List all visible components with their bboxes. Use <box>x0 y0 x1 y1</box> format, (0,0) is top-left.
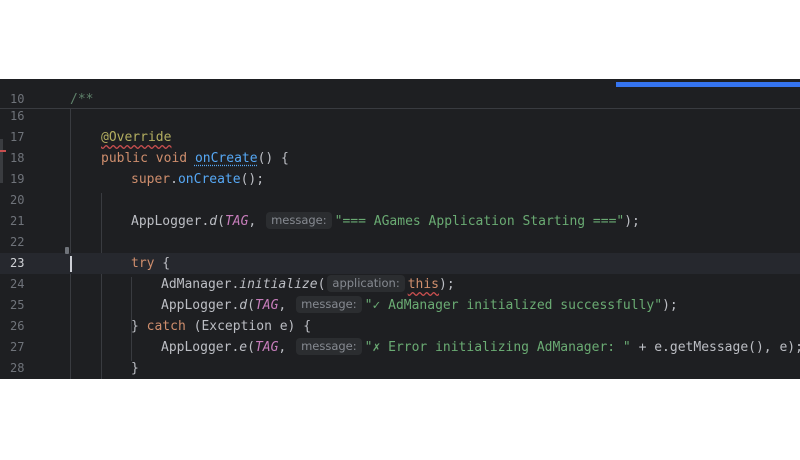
punctuation: () { <box>257 151 289 166</box>
code-line[interactable]: 20 <box>0 190 800 211</box>
punctuation: (); <box>240 172 265 187</box>
punctuation: , <box>278 298 287 313</box>
code-line[interactable]: 25 AppLogger.d(TAG, message: "✓ AdManager… <box>0 295 800 316</box>
code-line-current[interactable]: 23 try { <box>0 253 800 274</box>
keyword: catch <box>146 319 186 334</box>
punctuation: } <box>131 361 139 376</box>
line-number: 21 <box>10 214 25 228</box>
parameter-hint: message: <box>296 338 362 355</box>
code-line[interactable]: 19 super.onCreate(); <box>0 169 800 190</box>
code-text: AppLogger.d(TAG, message: "=== AGames App… <box>131 211 640 232</box>
class-ref: AppLogger. <box>131 214 210 229</box>
line-number: 18 <box>10 151 25 165</box>
keyword: public <box>101 151 148 166</box>
keyword: try <box>131 256 155 271</box>
editor-top-bar <box>0 79 800 89</box>
line-number: 17 <box>10 130 25 144</box>
line-number: 16 <box>10 109 25 123</box>
punctuation: ); <box>662 298 678 313</box>
code-line[interactable]: 22 <box>0 232 800 253</box>
doc-comment: /** <box>70 92 94 107</box>
code-line[interactable]: 24 AdManager.initialize(application: this… <box>0 274 800 295</box>
keyword: void <box>155 151 188 166</box>
keyword: super <box>131 172 171 187</box>
punctuation: ); <box>624 214 640 229</box>
code-text: public void onCreate() { <box>101 148 289 169</box>
code-line[interactable]: 28 } <box>0 358 800 379</box>
line-number: 23 <box>10 256 25 270</box>
progress-track <box>0 82 800 87</box>
string-literal: "✓ AdManager initialized successfully" <box>364 298 663 313</box>
code-line[interactable]: 21 AppLogger.d(TAG, message: "=== AGames … <box>0 211 800 232</box>
code-line[interactable]: 27 AppLogger.e(TAG, message: "✗ Error ini… <box>0 337 800 358</box>
parameter-hint: message: <box>266 212 332 229</box>
line-number: 28 <box>10 361 25 375</box>
punctuation: ( <box>217 214 225 229</box>
code-text: super.onCreate(); <box>131 169 264 190</box>
line-number: 27 <box>10 340 25 354</box>
line-number: 22 <box>10 235 25 249</box>
line-number: 19 <box>10 172 25 186</box>
code-line[interactable]: 16 <box>0 106 800 127</box>
method-call[interactable]: d <box>239 298 247 313</box>
fold-marker[interactable] <box>65 247 69 254</box>
constant: TAG <box>224 214 249 229</box>
punctuation: ( <box>247 340 255 355</box>
parameter-hint: message: <box>296 296 362 313</box>
string-literal: "✗ Error initializing AdManager: " <box>364 340 631 355</box>
code-text: AppLogger.e(TAG, message: "✗ Error initia… <box>161 337 800 358</box>
keyword: this <box>407 277 440 292</box>
class-ref: AdManager. <box>161 277 240 292</box>
annotation: @Override <box>101 130 172 145</box>
code-text: try { <box>131 253 170 274</box>
punctuation: , <box>248 214 257 229</box>
method-call[interactable]: e <box>239 340 247 355</box>
punctuation: ); <box>439 277 455 292</box>
code-text: AppLogger.d(TAG, message: "✓ AdManager in… <box>161 295 678 316</box>
code-line[interactable]: 18 public void onCreate() { <box>0 148 800 169</box>
code-text: @Override <box>101 127 171 148</box>
progress-bar <box>616 82 800 87</box>
punctuation: ( <box>317 277 326 292</box>
line-number: 20 <box>10 193 25 207</box>
punctuation: { <box>154 256 171 271</box>
code-text: AdManager.initialize(application: this); <box>161 274 455 295</box>
punctuation: . <box>170 172 178 187</box>
parameter-hint: application: <box>327 275 405 292</box>
catch-clause: (Exception e) { <box>185 319 312 334</box>
line-number: 26 <box>10 319 25 333</box>
method-call[interactable]: onCreate <box>178 172 241 187</box>
line-number: 24 <box>10 277 25 291</box>
class-ref: AppLogger. <box>161 340 240 355</box>
code-text: } catch (Exception e) { <box>131 316 311 337</box>
code-text: } <box>131 358 139 379</box>
code-line[interactable]: 17 @Override <box>0 127 800 148</box>
class-ref: AppLogger. <box>161 298 240 313</box>
punctuation: } <box>131 319 147 334</box>
code-line[interactable]: 26 } catch (Exception e) { <box>0 316 800 337</box>
method-name[interactable]: onCreate <box>195 151 258 166</box>
punctuation: , <box>278 340 287 355</box>
punctuation: + e.getMessage(), e); <box>630 340 800 355</box>
string-literal: "=== AGames Application Starting ===" <box>334 214 625 229</box>
text-caret <box>70 256 72 272</box>
line-number: 25 <box>10 298 25 312</box>
code-editor[interactable]: 10 /** 16 17 @Override 18 public void on… <box>0 79 800 379</box>
method-call[interactable]: initialize <box>239 277 317 292</box>
constant: TAG <box>254 298 279 313</box>
punctuation: ( <box>247 298 255 313</box>
method-call[interactable]: d <box>209 214 217 229</box>
constant: TAG <box>254 340 279 355</box>
